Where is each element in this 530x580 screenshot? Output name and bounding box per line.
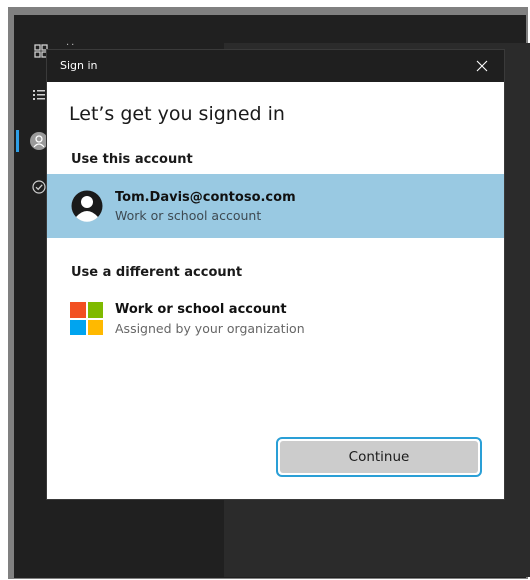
list-icon[interactable]	[32, 88, 46, 105]
close-icon	[476, 57, 488, 76]
use-this-account-label: Use this account	[71, 152, 193, 167]
account-email: Tom.Davis@contoso.com	[115, 190, 296, 205]
continue-button[interactable]: Continue	[276, 437, 482, 477]
account-type: Work or school account	[115, 208, 262, 223]
person-icon[interactable]	[30, 132, 48, 153]
page-title: Let’s get you signed in	[69, 103, 285, 125]
work-school-account-label: Work or school account	[115, 302, 287, 317]
work-or-school-account-option[interactable]: Work or school account Assigned by your …	[47, 294, 504, 346]
grid-icon[interactable]	[34, 44, 48, 61]
account-option-tom-davis[interactable]: Tom.Davis@contoso.com Work or school acc…	[47, 174, 504, 238]
assigned-by-org-label: Assigned by your organization	[115, 321, 305, 336]
avatar-icon	[71, 190, 103, 222]
dialog-titlebar: Sign in	[47, 50, 504, 82]
microsoft-logo	[70, 302, 103, 335]
dialog-title: Sign in	[60, 59, 98, 72]
sign-in-dialog: Sign in Let’s get you signed in Use this…	[47, 50, 504, 499]
continue-button-label: Continue	[280, 441, 478, 473]
use-different-account-label: Use a different account	[71, 265, 243, 280]
checkmark-icon[interactable]	[32, 180, 46, 197]
close-button[interactable]	[460, 50, 504, 82]
sidebar-selection-indicator	[16, 130, 19, 152]
